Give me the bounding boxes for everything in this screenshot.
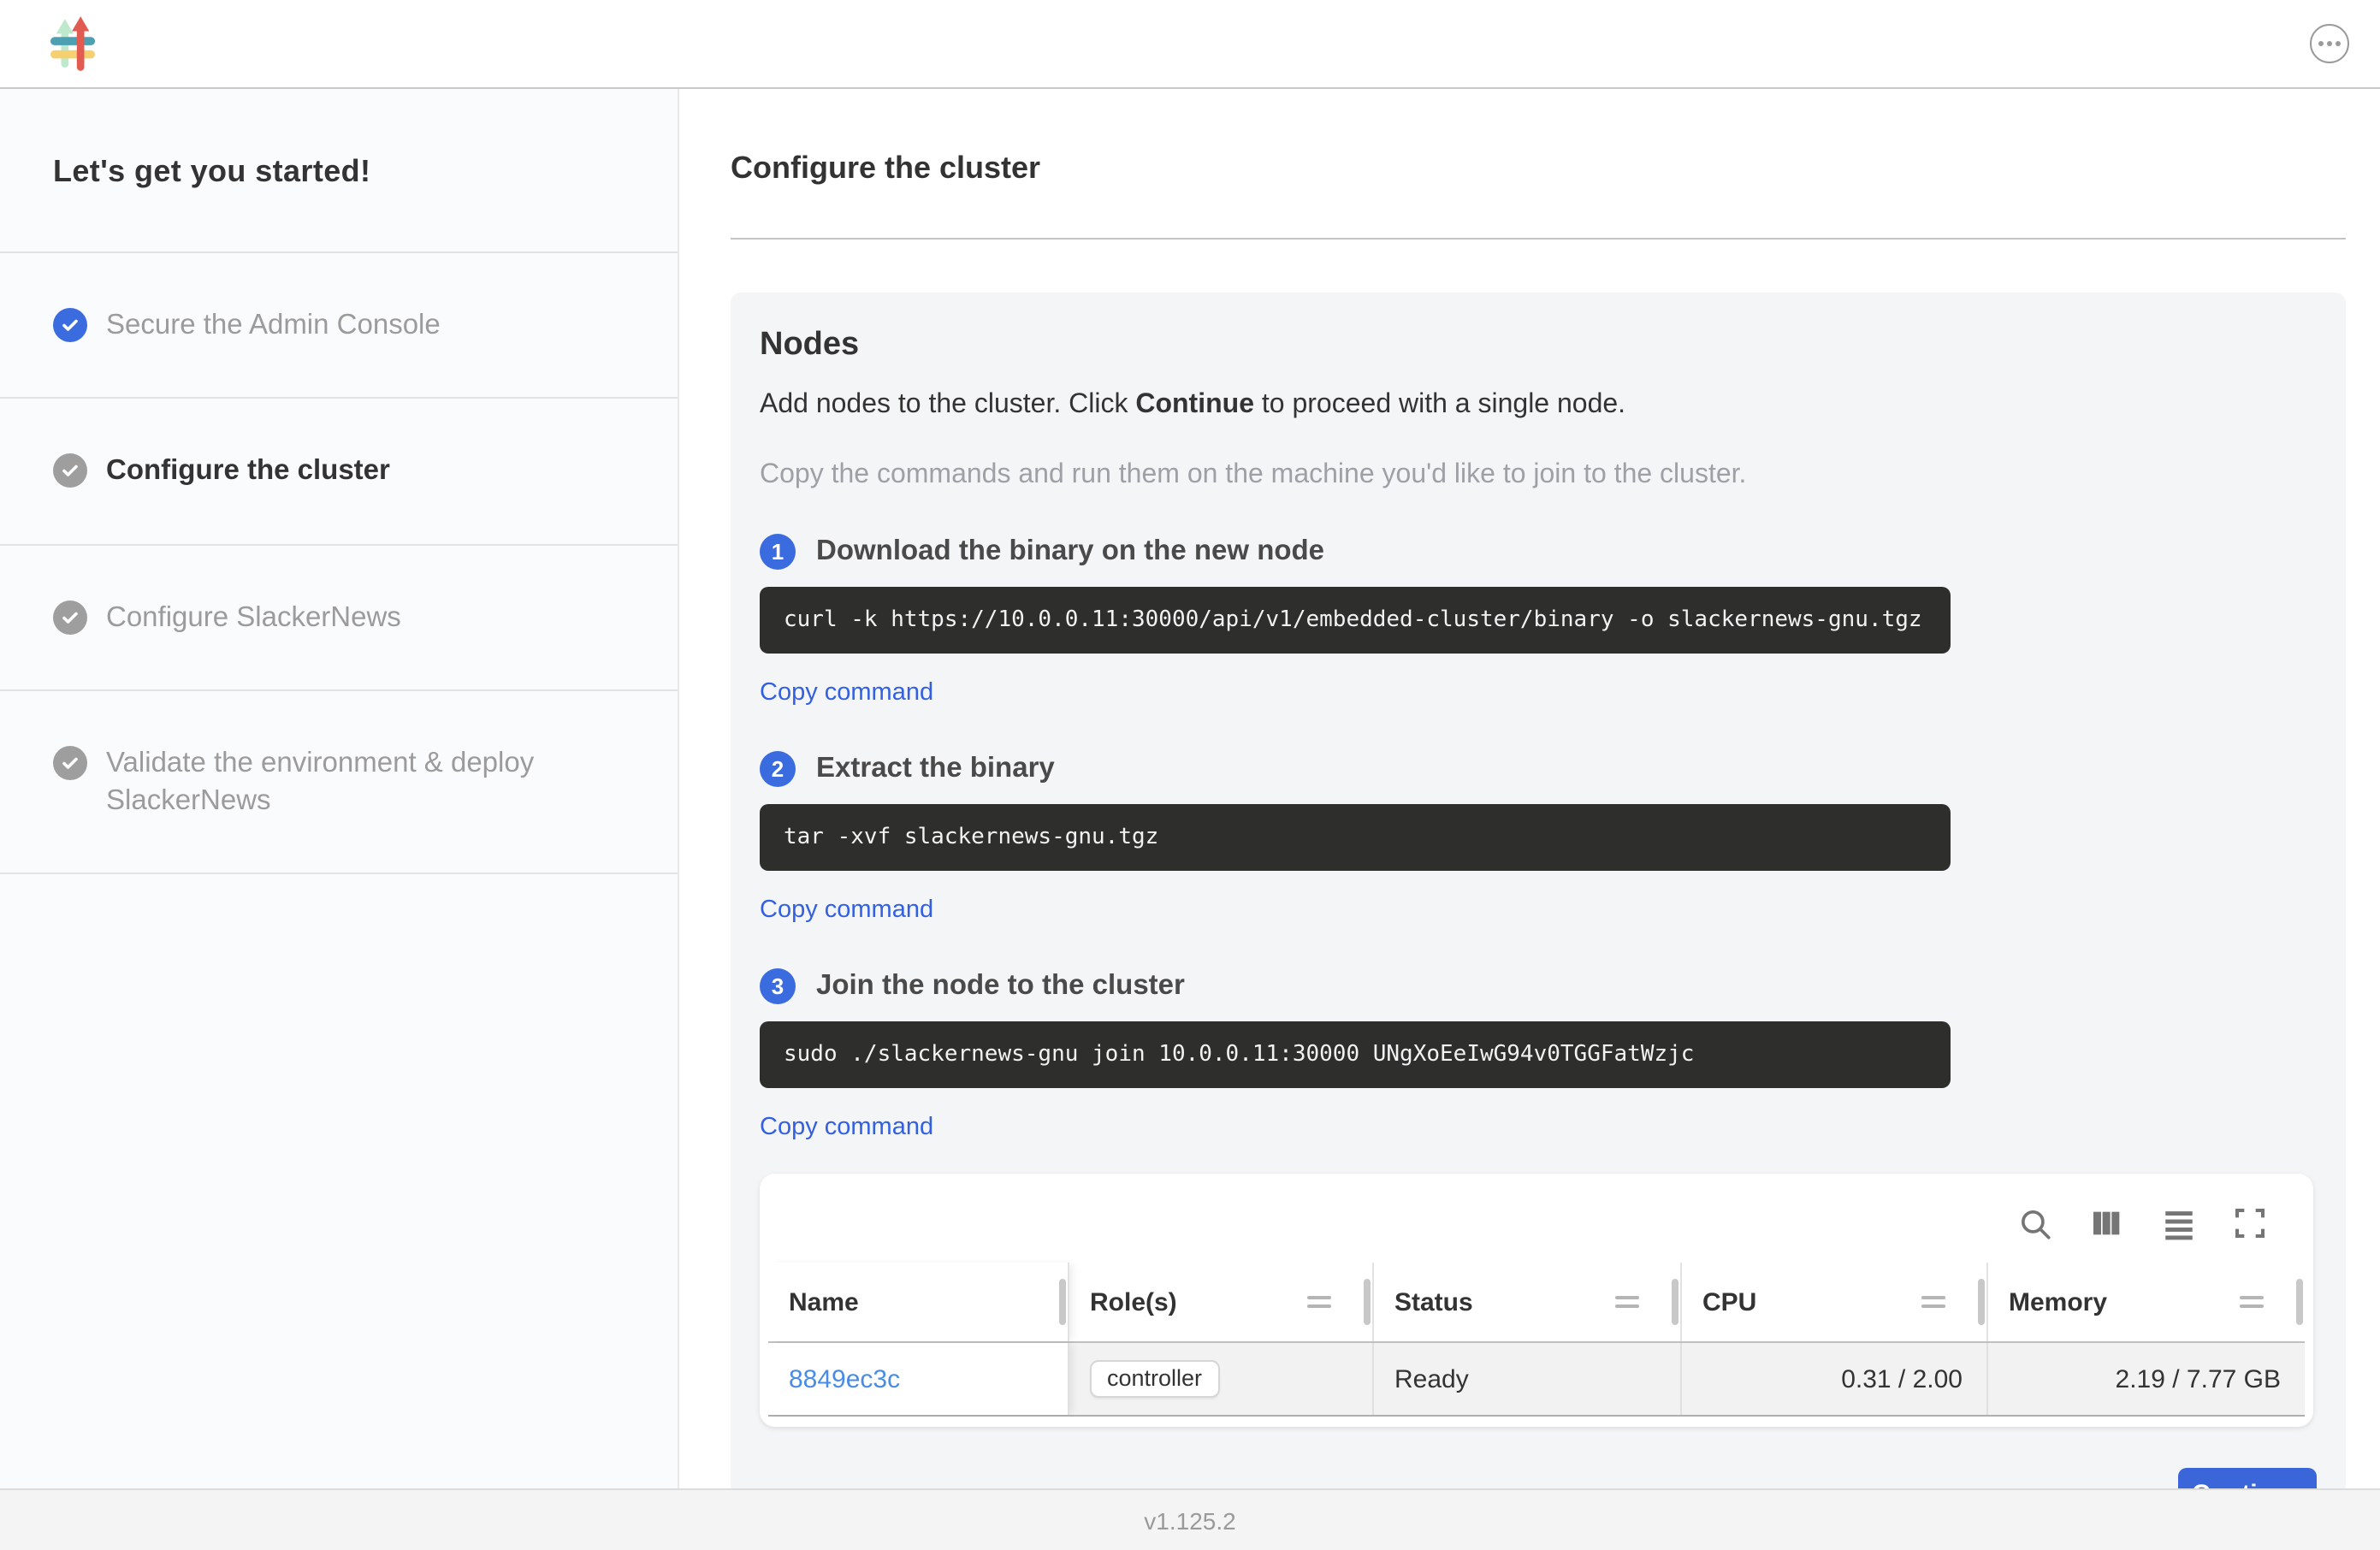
- ellipsis-dot: [2336, 41, 2341, 46]
- table-header-row: Name Role(s) Status: [768, 1263, 2305, 1343]
- page-title: Configure the cluster: [731, 151, 2346, 186]
- column-drag-icon[interactable]: [1307, 1296, 1331, 1308]
- sidebar-step-label: Secure the Admin Console: [106, 306, 441, 345]
- step-3-heading: 3 Join the node to the cluster: [760, 968, 2317, 1004]
- sidebar-step-configure-slackernews[interactable]: Configure SlackerNews: [0, 545, 678, 689]
- sidebar-step-label: Validate the environment & deploy Slacke…: [106, 744, 606, 820]
- node-table-row: 8849ec3c controller Ready 0.31 / 2.00 2.…: [768, 1343, 2305, 1417]
- footer: v1.125.2: [0, 1488, 2380, 1550]
- step-2-title: Extract the binary: [816, 753, 1055, 785]
- sidebar-divider: [0, 873, 678, 875]
- step-1-title: Download the binary on the new node: [816, 535, 1324, 568]
- density-icon[interactable]: [2159, 1204, 2197, 1242]
- nodes-card: Nodes Add nodes to the cluster. Click Co…: [731, 293, 2346, 1550]
- node-name-link[interactable]: 8849ec3c: [789, 1364, 900, 1393]
- step-1-heading: 1 Download the binary on the new node: [760, 534, 2317, 570]
- column-resize-handle[interactable]: [1364, 1279, 1371, 1325]
- column-drag-icon[interactable]: [1921, 1296, 1945, 1308]
- step-1-command-block: curl -k https://10.0.0.11:30000/api/v1/e…: [760, 587, 1951, 654]
- admin-console-app: Let's get you started! Secure the Admin …: [0, 0, 2380, 1550]
- nodes-table: Name Role(s) Status: [768, 1263, 2305, 1417]
- step-2-copy-command-link[interactable]: Copy command: [760, 896, 933, 924]
- column-resize-handle[interactable]: [1059, 1279, 1066, 1325]
- step-2-heading: 2 Extract the binary: [760, 751, 2317, 787]
- search-icon[interactable]: [2016, 1204, 2053, 1242]
- nodes-table-panel: Name Role(s) Status: [760, 1174, 2313, 1427]
- step-1-command-text: curl -k https://10.0.0.11:30000/api/v1/e…: [784, 607, 1922, 633]
- node-roles-cell: controller: [1069, 1343, 1374, 1415]
- sidebar-step-configure-cluster[interactable]: Configure the cluster: [0, 399, 678, 544]
- step-3-copy-command-link[interactable]: Copy command: [760, 1114, 933, 1141]
- view-columns-icon[interactable]: [2087, 1204, 2125, 1242]
- sidebar-title: Let's get you started!: [0, 89, 678, 251]
- table-toolbar: [760, 1174, 2313, 1263]
- slackernews-logo-icon: [50, 15, 96, 72]
- step-1-number-badge: 1: [760, 534, 796, 570]
- step-3-command-text: sudo ./slackernews-gnu join 10.0.0.11:30…: [784, 1042, 1694, 1068]
- sidebar-step-label: Configure SlackerNews: [106, 598, 401, 636]
- main-content: Configure the cluster Nodes Add nodes to…: [679, 89, 2380, 1488]
- column-header-name: Name: [768, 1263, 1069, 1341]
- version-label: v1.125.2: [1144, 1506, 1235, 1534]
- ellipsis-dot: [2318, 41, 2324, 46]
- step-3-number-badge: 3: [760, 968, 796, 1004]
- step-3-command-block: sudo ./slackernews-gnu join 10.0.0.11:30…: [760, 1021, 1951, 1088]
- role-chip: controller: [1090, 1360, 1219, 1398]
- node-memory-cell: 2.19 / 7.77 GB: [1988, 1343, 2305, 1415]
- column-header-memory: Memory: [1988, 1263, 2305, 1341]
- step-2-command-text: tar -xvf slackernews-gnu.tgz: [784, 825, 1158, 850]
- step-complete-check-icon: [53, 308, 87, 342]
- sidebar-step-label: Configure the cluster: [106, 453, 390, 491]
- step-pending-check-icon: [53, 600, 87, 634]
- node-status-cell: Ready: [1374, 1343, 1682, 1415]
- title-divider: [731, 238, 2346, 240]
- sidebar-step-validate-deploy[interactable]: Validate the environment & deploy Slacke…: [0, 691, 678, 873]
- column-resize-handle[interactable]: [1672, 1279, 1678, 1325]
- step-2-number-badge: 2: [760, 751, 796, 787]
- overflow-menu-button[interactable]: [2310, 24, 2349, 63]
- column-drag-icon[interactable]: [2240, 1296, 2264, 1308]
- column-resize-handle[interactable]: [1978, 1279, 1985, 1325]
- top-bar: [0, 0, 2380, 89]
- ellipsis-dot: [2327, 41, 2332, 46]
- sidebar-step-secure-admin-console[interactable]: Secure the Admin Console: [0, 253, 678, 398]
- node-name-cell: 8849ec3c: [768, 1343, 1069, 1415]
- column-header-cpu: CPU: [1682, 1263, 1988, 1341]
- step-3-title: Join the node to the cluster: [816, 970, 1185, 1003]
- nodes-card-title: Nodes: [760, 327, 2317, 364]
- step-pending-check-icon: [53, 746, 87, 780]
- column-drag-icon[interactable]: [1615, 1296, 1639, 1308]
- step-pending-check-icon: [53, 454, 87, 488]
- node-cpu-cell: 0.31 / 2.00: [1682, 1343, 1988, 1415]
- column-header-status: Status: [1374, 1263, 1682, 1341]
- step-1-copy-command-link[interactable]: Copy command: [760, 679, 933, 707]
- copy-commands-hint: Copy the commands and run them on the ma…: [760, 460, 2317, 491]
- column-resize-handle[interactable]: [2296, 1279, 2303, 1325]
- step-2-command-block: tar -xvf slackernews-gnu.tgz: [760, 804, 1951, 871]
- nodes-intro-text: Add nodes to the cluster. Click Continue…: [760, 390, 2317, 421]
- column-header-roles: Role(s): [1069, 1263, 1374, 1341]
- continue-emphasis: Continue: [1135, 390, 1254, 419]
- setup-steps-sidebar: Let's get you started! Secure the Admin …: [0, 89, 679, 1488]
- fullscreen-icon[interactable]: [2231, 1204, 2269, 1242]
